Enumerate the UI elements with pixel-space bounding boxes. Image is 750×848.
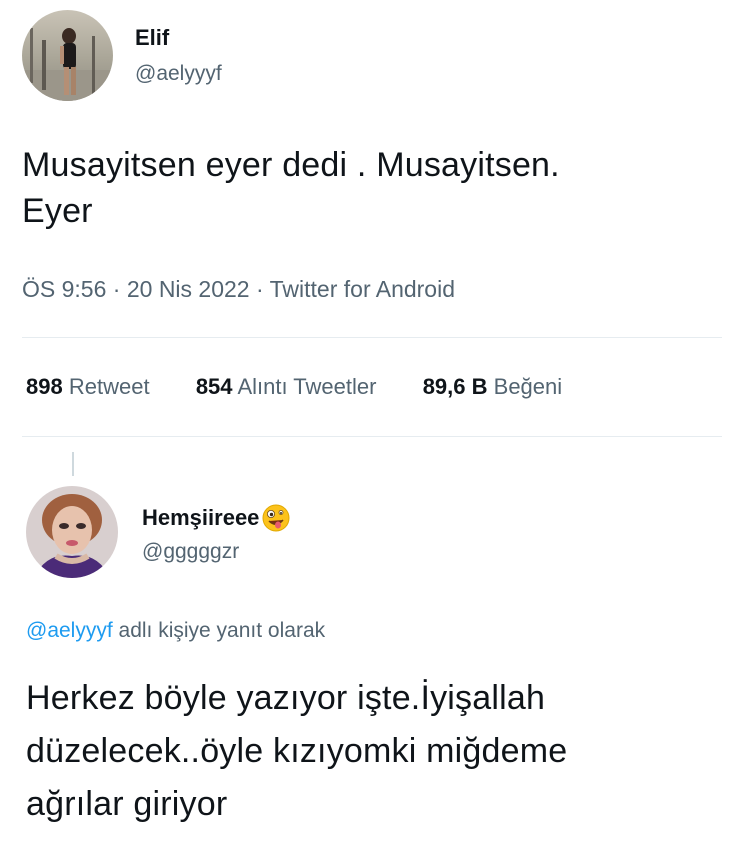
reply-text-line: düzelecek..öyle kızıyomki miğdeme bbox=[26, 732, 568, 770]
reply-author-avatar[interactable] bbox=[26, 486, 118, 578]
tweet-text: Musayitsen eyer dedi . Musayitsen. Eyer bbox=[22, 142, 732, 234]
retweets-count: 898 bbox=[26, 374, 63, 399]
tweet-text-line: Eyer bbox=[22, 192, 93, 230]
tweet-text-line: Musayitsen eyer dedi . Musayitsen. bbox=[22, 146, 560, 184]
zany-face-icon bbox=[261, 503, 291, 533]
author-avatar[interactable] bbox=[22, 10, 113, 101]
reply-author-handle[interactable]: @gggggzr bbox=[142, 540, 239, 564]
tweet-stats: 898 Retweet 854 Alıntı Tweetler 89,6 B B… bbox=[26, 374, 562, 400]
author-handle[interactable]: @aelyyyf bbox=[135, 62, 222, 86]
reply-text-line: ağrılar giriyor bbox=[26, 785, 228, 823]
avatar-photo bbox=[22, 10, 113, 101]
avatar-photo bbox=[26, 486, 118, 578]
reply-text-line: Herkez böyle yazıyor işte.İyişallah bbox=[26, 679, 546, 717]
quotes-count: 854 bbox=[195, 374, 233, 399]
quotes-stat[interactable]: 854 Alıntı Tweetler bbox=[196, 374, 383, 399]
likes-label: Beğeni bbox=[493, 374, 563, 399]
thread-connector bbox=[72, 452, 74, 476]
reply-context-text: adlı kişiye yanıt olarak bbox=[112, 619, 326, 642]
meta-separator: · bbox=[255, 276, 264, 302]
divider bbox=[22, 436, 722, 437]
retweets-stat[interactable]: 898 Retweet bbox=[26, 374, 156, 399]
tweet-time[interactable]: ÖS 9:56 bbox=[22, 276, 106, 302]
reply-context: @aelyyyf adlı kişiye yanıt olarak bbox=[26, 619, 325, 643]
divider bbox=[22, 337, 722, 338]
retweets-label: Retweet bbox=[68, 374, 150, 399]
likes-count: 89,6 B bbox=[422, 374, 488, 399]
reply-author-name-row[interactable]: Hemşiireee bbox=[142, 503, 291, 533]
tweet-source[interactable]: Twitter for Android bbox=[270, 276, 455, 302]
tweet-meta: ÖS 9:56 · 20 Nis 2022 · Twitter for Andr… bbox=[22, 276, 455, 303]
quotes-label: Alıntı Tweetler bbox=[237, 374, 377, 399]
likes-stat[interactable]: 89,6 B Beğeni bbox=[423, 374, 562, 399]
author-name[interactable]: Elif bbox=[135, 25, 169, 51]
reply-text: Herkez böyle yazıyor işte.İyişallah düze… bbox=[26, 672, 736, 831]
reply-to-link[interactable]: @aelyyyf bbox=[26, 619, 113, 642]
meta-separator: · bbox=[112, 276, 121, 302]
reply-author-name: Hemşiireee bbox=[142, 505, 260, 530]
tweet-date[interactable]: 20 Nis 2022 bbox=[127, 276, 250, 302]
